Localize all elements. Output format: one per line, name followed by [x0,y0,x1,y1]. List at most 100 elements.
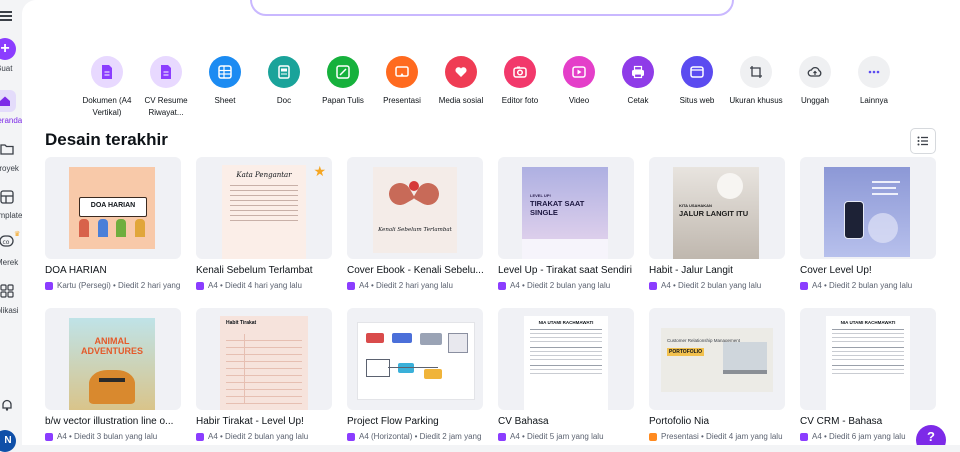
thumbnail-page: Kenali Sebelum Terlambat [373,167,457,253]
design-type-icon [649,281,657,290]
category-print[interactable]: Cetak [604,56,672,107]
sidebar-item-brand[interactable]: co ♛ Merek [0,231,22,274]
whiteboard-icon [327,56,359,88]
design-edited: Diedit 2 bulan yang lalu [829,281,913,290]
design-type-icon [196,432,204,441]
design-meta: A4 • Diedit 5 jam yang lalu [498,432,634,441]
design-type: A4 [208,281,218,290]
design-edited: Diedit 6 jam yang lalu [829,432,906,441]
category-label: Video [568,96,590,105]
list-view-button[interactable] [910,128,936,154]
photo-editor-icon [504,56,536,88]
thumbnail-heading: TIRAKAT SAAT SINGLE [530,199,585,217]
design-type-icon [45,281,53,290]
design-edited: Diedit 4 jam yang lalu [706,432,783,441]
sidebar-item-apps[interactable]: Aplikasi [0,284,22,324]
thumbnail-page: Habit Tirakat [220,316,308,410]
design-thumbnail: LEVEL UP! TIRAKAT SAAT SINGLE [498,157,634,259]
thumbnail-page: DOA HARIAN [69,167,155,249]
design-meta: Presentasi • Diedit 4 jam yang lalu [649,432,785,441]
design-type: A4 [510,432,520,441]
design-type-icon [800,281,808,290]
sidebar-item-projects[interactable]: Proyek [0,142,22,182]
social-media-icon [445,56,477,88]
design-title: b/w vector illustration line o... [45,416,174,427]
upload-icon [799,56,831,88]
category-label: Papan Tulis [322,96,364,105]
design-type: Kartu (Persegi) [57,281,111,290]
design-type: Presentasi [661,432,699,441]
category-whiteboard[interactable]: Papan Tulis [309,56,377,107]
sidebar-item-label: Buat [0,64,13,73]
category-doc[interactable]: Doc [250,56,318,107]
design-thumbnail [347,308,483,410]
category-label: Dokumen (A4 Vertikal) [82,96,132,117]
design-thumbnail: NIA UTAMI RACHMAWATI [800,308,936,410]
sidebar-item-templates[interactable]: Template [0,190,22,230]
notification-bell-icon[interactable] [0,398,14,412]
sidebar-item-label: Aplikasi [0,306,19,315]
category-social-media[interactable]: Media sosial [427,56,495,107]
category-custom-size[interactable]: Ukuran khusus [722,56,790,107]
design-edited: Diedit 2 bulan yang lalu [678,281,762,290]
recent-designs-title: Desain terakhir [45,130,168,149]
category-sheet[interactable]: Sheet [191,56,259,107]
video-icon [563,56,595,88]
design-type: A4 [812,432,822,441]
design-thumbnail: KITA USAHAKAN JALUR LANGIT ITU [649,157,785,259]
category-label: Editor foto [501,96,539,105]
design-thumbnail: ANIMAL ADVENTURES [45,308,181,410]
design-type: A4 [57,432,67,441]
more-icon [858,56,890,88]
help-label: ? [927,428,935,444]
resume-icon [150,56,182,88]
category-label: CV Resume Riwayat... [144,96,188,117]
design-type-icon [347,432,355,441]
category-label: Lainnya [859,96,889,105]
design-thumbnail: Habit Tirakat [196,308,332,410]
design-meta: A4 • Diedit 2 bulan yang lalu [498,281,634,290]
menu-icon[interactable] [0,11,12,21]
star-icon[interactable]: ★ [313,163,326,180]
category-more[interactable]: Lainnya [840,56,908,107]
sidebar-item-home[interactable]: Beranda [0,90,22,130]
help-button[interactable]: ? [916,425,946,445]
crown-icon: ♛ [14,231,21,238]
design-title: Portofolio Nia [649,416,710,427]
list-view-icon [917,136,928,146]
design-thumbnail [800,157,936,259]
design-thumbnail: Kata Pengantar ★ [196,157,332,259]
design-type: A4 [510,281,520,290]
category-video[interactable]: Video [545,56,613,107]
thumbnail-heading: JALUR LANGIT ITU [679,209,749,218]
avatar-initial: N [4,435,12,446]
category-resume[interactable]: CV Resume Riwayat... [132,56,200,119]
design-title: Project Flow Parking [347,416,439,427]
presentation-icon [386,56,418,88]
main-panel: Dokumen (A4 Vertikal) CV Resume Riwayat.… [22,0,960,445]
thumbnail-page: Kata Pengantar [222,165,306,259]
sidebar-item-create[interactable]: + Buat [0,38,22,78]
design-meta: A4 • Diedit 4 hari yang lalu [196,281,332,290]
design-meta: Kartu (Persegi) • Diedit 2 hari yang lal… [45,281,181,290]
category-label: Presentasi [383,96,421,105]
sheet-icon [209,56,241,88]
category-presentation[interactable]: Presentasi [368,56,436,107]
thumbnail-heading: ANIMAL ADVENTURES [80,336,143,356]
sidebar-item-label: Template [0,211,23,220]
custom-size-icon [740,56,772,88]
avatar[interactable]: N [0,430,16,452]
design-type: A4 [359,281,369,290]
category-label: Situs web [679,96,715,105]
design-title: Kenali Sebelum Terlambat [196,265,313,276]
category-document[interactable]: Dokumen (A4 Vertikal) [73,56,141,119]
category-upload[interactable]: Unggah [781,56,849,107]
category-photo-editor[interactable]: Editor foto [486,56,554,107]
design-type-icon [649,432,657,441]
thumbnail-heading: Kata Pengantar [236,171,292,179]
category-website[interactable]: Situs web [663,56,731,107]
design-type-icon [347,281,355,290]
design-type-icon [498,432,506,441]
design-title: CV Bahasa [498,416,549,427]
search-bar[interactable] [250,0,734,16]
